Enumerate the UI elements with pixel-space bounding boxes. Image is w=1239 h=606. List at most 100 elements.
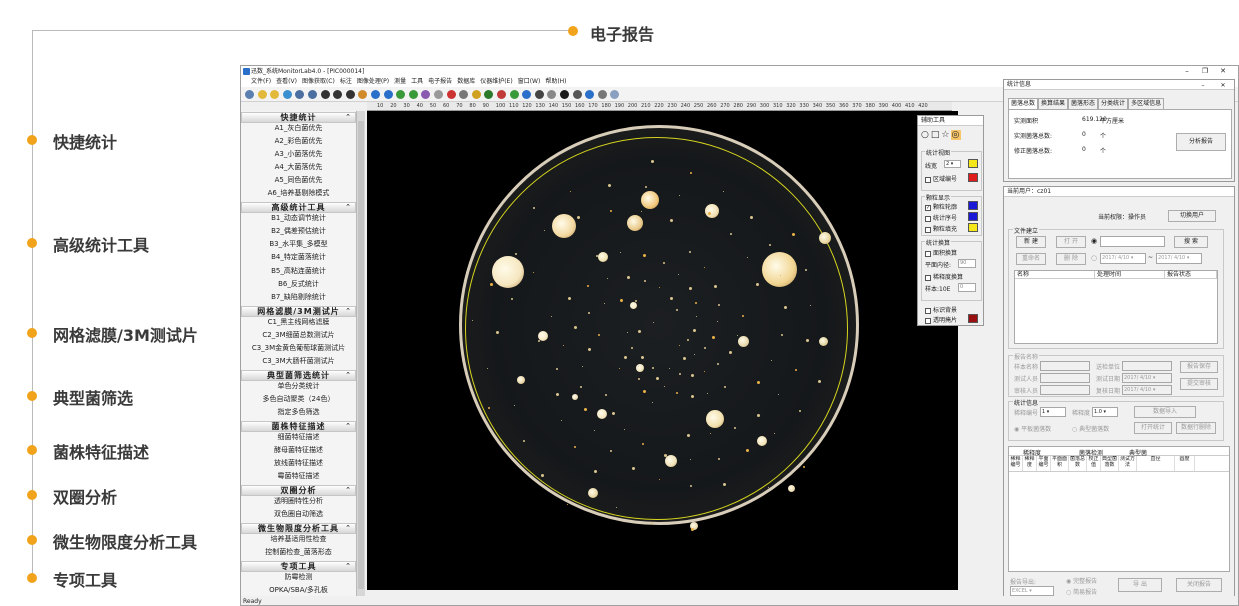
sidebar-item[interactable]: OPKA/SBA/多孔板 [241, 586, 356, 595]
sidebar-item[interactable]: B3_水平集_多模型 [241, 240, 356, 249]
sidebar-item[interactable]: 防霉检测 [241, 573, 356, 582]
dilution-calc-row[interactable]: 稀释度换算 [925, 272, 963, 281]
stats-tab[interactable]: 菌落总数 [1008, 98, 1039, 109]
toolbar-button-icon[interactable] [446, 90, 456, 99]
toolbar-button-icon[interactable] [408, 90, 418, 99]
sidebar-item[interactable]: 霉菌特征描述 [241, 472, 356, 481]
scrollbar-thumb[interactable] [358, 121, 364, 589]
sidebar-section-header[interactable]: 菌株特征描述 ⌃ [241, 421, 356, 432]
sidebar-item[interactable]: 培养基适用性检查 [241, 535, 356, 544]
date-to-select[interactable]: 2017/ 4/10 ▾ [1156, 253, 1202, 264]
sidebar-item[interactable]: A5_同色菌优先 [241, 176, 356, 185]
data-table[interactable]: 稀释度 菌落检测 典型菌 稀释编号 稀释度 平面编号 平面面积 菌落总数 校正值 典型菌落数 测试… [1008, 446, 1230, 572]
data-table-column[interactable]: 稀释编号 [1009, 456, 1023, 471]
sidebar-item[interactable]: B6_反式统计 [241, 280, 356, 289]
transparent-mask-row[interactable]: 透明掩片 [925, 315, 957, 324]
open-stats-button[interactable]: 打开统计 [1134, 422, 1172, 434]
dilution-no-select[interactable]: 1 ▾ [1040, 407, 1066, 417]
new-button[interactable]: 新 建 [1016, 236, 1046, 248]
stats-tab[interactable]: 多区域信息 [1128, 98, 1165, 109]
typical-total-radio[interactable]: ○ 典型菌落数 [1072, 424, 1109, 433]
collapse-chevron-icon[interactable]: ⌃ [345, 523, 352, 533]
sidebar-item[interactable]: 透明圈特性分析 [241, 497, 356, 506]
data-table-column[interactable]: 测试方法 [1119, 456, 1137, 471]
color-swatch-red[interactable] [968, 173, 978, 182]
stats-minimize-icon[interactable]: – [1196, 80, 1210, 91]
sidebar-item[interactable]: C3_3M大肠杆菌测试片 [241, 357, 356, 366]
toolbar-button-icon[interactable] [572, 90, 582, 99]
toolbar-button-icon[interactable] [459, 90, 469, 99]
toolbar-button-icon[interactable] [434, 90, 443, 99]
sidebar-section-header[interactable]: 快捷统计 ⌃ [241, 112, 356, 123]
toolbar-button-icon[interactable] [547, 90, 557, 99]
test-date-select[interactable]: 2017/ 4/10 ▾ [1122, 373, 1172, 383]
send-unit-input[interactable] [1122, 361, 1172, 371]
collapse-chevron-icon[interactable]: ⌃ [345, 485, 352, 495]
collapse-chevron-icon[interactable]: ⌃ [345, 306, 352, 316]
plate-total-radio[interactable]: ◉ 平板菌落数 [1014, 424, 1051, 433]
toolbar-button-icon[interactable] [597, 90, 607, 99]
full-report-radio[interactable]: ◉ 完整报告 [1066, 576, 1097, 585]
collapse-chevron-icon[interactable]: ⌃ [345, 421, 352, 431]
sidebar-item[interactable]: C3_3M金黄色葡萄球菌测试片 [241, 344, 356, 353]
data-table-column[interactable]: 直径 [1137, 456, 1175, 471]
export-button[interactable]: 导 出 [1118, 578, 1162, 592]
toolbar-button-icon[interactable] [358, 90, 368, 99]
sidebar-item[interactable]: 细菌特征描述 [241, 433, 356, 442]
minimize-icon[interactable]: – [1180, 66, 1194, 77]
menu-item-5[interactable]: 图像处理(P) [357, 77, 389, 87]
submit-review-button[interactable]: 提交审核 [1180, 378, 1218, 390]
color-swatch-yellow-2[interactable] [968, 223, 978, 232]
tester-input[interactable] [1040, 373, 1090, 383]
menu-item-9[interactable]: 数据库 [457, 77, 475, 87]
toolbar-button-icon[interactable] [484, 90, 494, 99]
rename-button[interactable]: 重命名 [1016, 253, 1046, 265]
data-table-column[interactable]: 典型菌落数 [1101, 456, 1119, 471]
region-number-row[interactable]: 区域编号 [925, 174, 957, 183]
color-swatch-yellow[interactable] [968, 159, 978, 168]
transparent-mask-checkbox[interactable] [925, 317, 931, 324]
toolbar-button-icon[interactable] [308, 90, 317, 99]
particle-outline-row[interactable]: ✓ 颗粒轮廓 [925, 202, 957, 211]
sidebar-item[interactable]: C1_黑主线网格滤膜 [241, 318, 356, 327]
color-swatch-red-2[interactable] [968, 314, 978, 323]
sidebar-item[interactable]: B2_偶差预估统计 [241, 227, 356, 236]
data-table-column[interactable]: 稀释度 [1023, 456, 1037, 471]
reviewer-input[interactable] [1040, 385, 1090, 395]
sidebar-section-header[interactable]: 微生物限度分析工具 ⌃ [241, 523, 356, 535]
sidebar-item[interactable]: 单色分类统计 [241, 382, 356, 391]
sidebar-item[interactable]: 指定多色筛选 [241, 408, 356, 417]
radio-date-search[interactable]: ○ [1091, 254, 1097, 262]
sidebar-item[interactable]: A4_大菌落优先 [241, 163, 356, 172]
sidebar-item[interactable]: 双色圈自动筛选 [241, 510, 356, 519]
dilution-calc-checkbox[interactable] [925, 274, 931, 281]
sidebar-item[interactable]: A2_彩色菌优先 [241, 137, 356, 146]
stats-close-icon[interactable]: ✕ [1216, 80, 1230, 91]
collapse-chevron-icon[interactable]: ⌃ [345, 561, 352, 571]
sidebar-item[interactable]: B1_动态调节统计 [241, 214, 356, 223]
menu-item-1[interactable]: 文件(F) [251, 77, 271, 87]
collapse-chevron-icon[interactable]: ⌃ [345, 112, 352, 122]
review-date-select[interactable]: 2017/ 4/10 ▾ [1122, 385, 1172, 395]
sidebar-item[interactable]: 酵母菌特征描述 [241, 446, 356, 455]
export-format-select[interactable]: EXCEL ▾ [1010, 586, 1054, 596]
search-button[interactable]: 搜 索 [1174, 236, 1208, 248]
stats-tab[interactable]: 菌落形态 [1068, 98, 1099, 109]
toolbar-button-icon[interactable] [270, 90, 280, 99]
sidebar-item[interactable]: A6_培养基剔除模式 [241, 189, 356, 198]
data-table-column[interactable]: 菌落总数 [1069, 456, 1087, 471]
toolbar-button-icon[interactable] [509, 90, 519, 99]
sidebar-item[interactable]: A3_小菌落优先 [241, 150, 356, 159]
toolbar-button-icon[interactable] [345, 90, 355, 99]
toolbar-button-icon[interactable] [396, 90, 406, 99]
toolbar-button-icon[interactable] [320, 90, 330, 99]
stats-tab[interactable]: 分类统计 [1098, 98, 1129, 109]
color-swatch-blue[interactable] [968, 201, 978, 210]
open-button[interactable]: 打 开 [1056, 236, 1086, 248]
image-canvas[interactable] [367, 111, 958, 590]
menu-item-8[interactable]: 电子报告 [428, 77, 452, 87]
menu-item-7[interactable]: 工具 [411, 77, 423, 87]
mark-bg-row[interactable]: 标识背景 [925, 305, 957, 314]
sidebar-item[interactable]: B5_高粘连菌统计 [241, 267, 356, 276]
toolbar-button-icon[interactable] [282, 90, 292, 99]
